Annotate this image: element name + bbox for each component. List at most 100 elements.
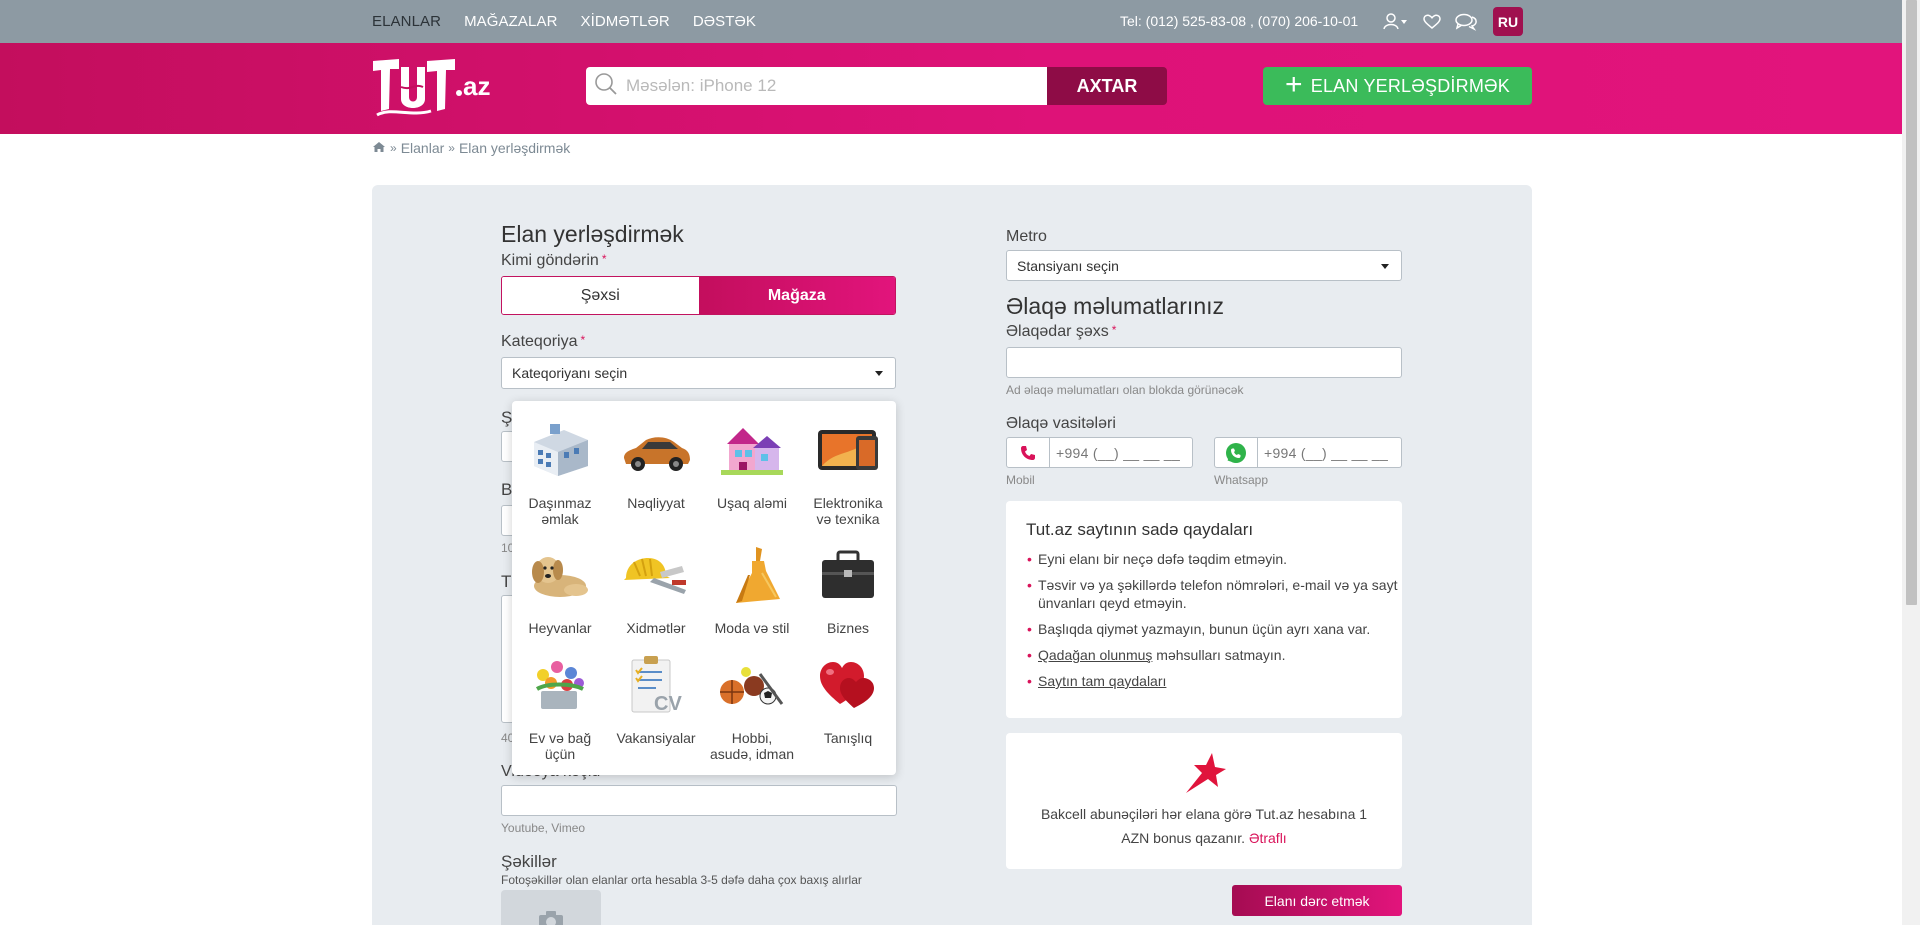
category-hobby-sports[interactable]: Hobbi, asudə, idman <box>704 654 800 779</box>
car-icon <box>617 419 695 481</box>
category-fashion[interactable]: Moda və stil <box>704 544 800 654</box>
tut-az-logo[interactable]: az <box>371 57 501 119</box>
contact-person-input[interactable] <box>1006 347 1402 378</box>
whatsapp-label: Whatsapp <box>1214 473 1269 487</box>
favorites-heart-icon[interactable] <box>1423 13 1441 30</box>
briefcase-icon <box>809 544 887 606</box>
bonus-more-link[interactable]: Ətraflı <box>1249 830 1287 846</box>
main-header: az AXTAR + ELAN YERLƏŞDİRMƏK <box>0 43 1902 134</box>
rule-item: Təsvir və ya şəkillərdə telefon nömrələr… <box>1027 576 1398 612</box>
category-animals[interactable]: Heyvanlar <box>512 544 608 654</box>
user-menu-icon[interactable] <box>1383 12 1409 32</box>
mobile-label: Mobil <box>1006 473 1035 487</box>
category-name: Ev və bağ üçün <box>528 730 592 762</box>
rules-title: Tut.az saytının sadə qaydaları <box>1026 520 1254 539</box>
category-dating[interactable]: Tanışlıq <box>800 654 896 779</box>
category-transport[interactable]: Nəqliyyat <box>608 419 704 544</box>
phone-icon <box>1007 438 1050 467</box>
nav-elanlar[interactable]: ELANLAR <box>372 13 441 30</box>
puppy-icon <box>521 544 599 606</box>
site-rules-box: Tut.az saytının sadə qaydaları Eyni elan… <box>1006 501 1402 718</box>
dress-icon <box>713 544 791 606</box>
form-title: Elan yerləşdirmək <box>501 221 684 247</box>
bonus-text: Bakcell abunəçiləri hər elana görə Tut.a… <box>1040 806 1368 846</box>
language-switch-button[interactable]: RU <box>1493 7 1523 36</box>
building-icon <box>521 419 599 481</box>
breadcrumb-elanlar[interactable]: Elanlar <box>401 140 445 156</box>
rules-list: Eyni elanı bir neçə dəfə təqdim etməyin.… <box>1027 550 1398 698</box>
breadcrumb: » Elanlar » Elan yerləşdirmək <box>372 140 570 156</box>
nav-destek[interactable]: DƏSTƏK <box>693 13 756 30</box>
contacts-title: Əlaqə məlumatlarınız <box>1006 293 1225 319</box>
mobile-phone-input[interactable]: +994 (__) __ __ __ <box>1050 438 1180 467</box>
category-name: Uşaq aləmi <box>716 495 788 511</box>
nav-xidmetler[interactable]: XİDMƏTLƏR <box>581 13 670 30</box>
scrollbar-thumb[interactable] <box>1906 0 1917 605</box>
messages-chat-icon[interactable] <box>1455 13 1477 31</box>
bakcell-star-logo-icon <box>1182 751 1226 799</box>
cv-icon: CV <box>617 654 695 716</box>
bakcell-bonus-box: Bakcell abunəçiləri hər elana görə Tut.a… <box>1006 733 1402 869</box>
metro-label: Metro <box>1006 228 1047 245</box>
category-select-value: Kateqoriyanı seçin <box>512 365 628 381</box>
search-button[interactable]: AXTAR <box>1047 67 1167 105</box>
category-vacancies[interactable]: CV Vakansiyalar <box>608 654 704 779</box>
caret-down-icon <box>875 371 883 376</box>
category-name: Elektronika və texnika <box>813 495 883 527</box>
forbidden-items-link[interactable]: Qadağan olunmuş <box>1038 647 1152 663</box>
sender-store-option[interactable]: Mağaza <box>698 277 895 314</box>
category-home-garden[interactable]: Ev və bağ üçün <box>512 654 608 779</box>
svg-text:CV: CV <box>654 693 682 715</box>
whatsapp-phone-field[interactable]: +994 (__) __ __ __ <box>1214 437 1402 468</box>
category-label: Kateqoriya * <box>501 333 586 350</box>
top-nav: ELANLAR MAĞAZALAR XİDMƏTLƏR DƏSTƏK <box>372 0 756 43</box>
contact-phones: Tel: (012) 525-83-08 , (070) 206-10-01 <box>1120 13 1359 29</box>
sender-personal-option[interactable]: Şəxsi <box>502 277 699 314</box>
rule-item: Başlıqda qiymət yazmayın, bunun üçün ayr… <box>1027 620 1398 638</box>
category-real-estate[interactable]: Daşınmaz əmlak <box>512 419 608 544</box>
plus-icon: + <box>1285 67 1303 101</box>
category-name: Hobbi, asudə, idman <box>709 730 795 762</box>
search-input[interactable] <box>626 76 1046 96</box>
mobile-phone-field[interactable]: +994 (__) __ __ __ <box>1006 437 1193 468</box>
page-scrollbar[interactable] <box>1902 0 1920 925</box>
category-electronics[interactable]: Elektronika və texnika <box>800 419 896 544</box>
video-link-input[interactable] <box>501 785 897 816</box>
category-select[interactable]: Kateqoriyanı seçin <box>501 357 896 389</box>
sender-label: Kimi göndərin * <box>501 252 607 269</box>
search-field-wrap <box>586 67 1047 105</box>
video-hint: Youtube, Vimeo <box>501 821 586 835</box>
hearts-icon <box>809 654 887 716</box>
top-bar: ELANLAR MAĞAZALAR XİDMƏTLƏR DƏSTƏK Tel: … <box>0 0 1902 43</box>
photos-hint: Fotoşəkillər olan elanlar orta hesabla 3… <box>501 873 862 887</box>
rule-text: məhsulları satmayın. <box>1152 647 1286 663</box>
post-ad-button[interactable]: + ELAN YERLƏŞDİRMƏK <box>1263 67 1532 105</box>
add-photo-button[interactable] <box>501 890 601 925</box>
tools-icon <box>617 544 695 606</box>
category-name: Vakansiyalar <box>616 730 696 746</box>
category-kids[interactable]: Uşaq aləmi <box>704 419 800 544</box>
home-icon[interactable] <box>372 140 386 156</box>
category-business[interactable]: Biznes <box>800 544 896 654</box>
metro-select-value: Stansiyanı seçin <box>1017 257 1119 274</box>
whatsapp-icon <box>1215 438 1258 467</box>
category-services[interactable]: Xidmətlər <box>608 544 704 654</box>
breadcrumb-separator: » <box>390 141 397 155</box>
nav-magazalar[interactable]: MAĞAZALAR <box>464 13 557 30</box>
rule-item: Saytın tam qaydaları <box>1027 672 1398 690</box>
category-name: Biznes <box>826 620 870 636</box>
hidden-field-label: T <box>501 572 512 591</box>
breadcrumb-current: Elan yerləşdirmək <box>458 140 571 156</box>
camera-icon <box>537 910 565 925</box>
publish-ad-button[interactable]: Elanı dərc etmək <box>1232 885 1402 916</box>
sender-type-toggle: Şəxsi Mağaza <box>501 276 896 315</box>
post-ad-label: ELAN YERLƏŞDİRMƏK <box>1310 75 1510 96</box>
breadcrumb-separator: » <box>448 141 455 155</box>
category-name: Xidmətlər <box>626 620 686 636</box>
hidden-field-label: B <box>501 480 513 499</box>
whatsapp-phone-input[interactable]: +994 (__) __ __ __ <box>1258 438 1388 467</box>
category-name: Tanışlıq <box>823 730 873 746</box>
full-rules-link[interactable]: Saytın tam qaydaları <box>1038 673 1166 689</box>
metro-select[interactable]: Stansiyanı seçin <box>1006 250 1402 281</box>
search-icon <box>594 72 618 100</box>
